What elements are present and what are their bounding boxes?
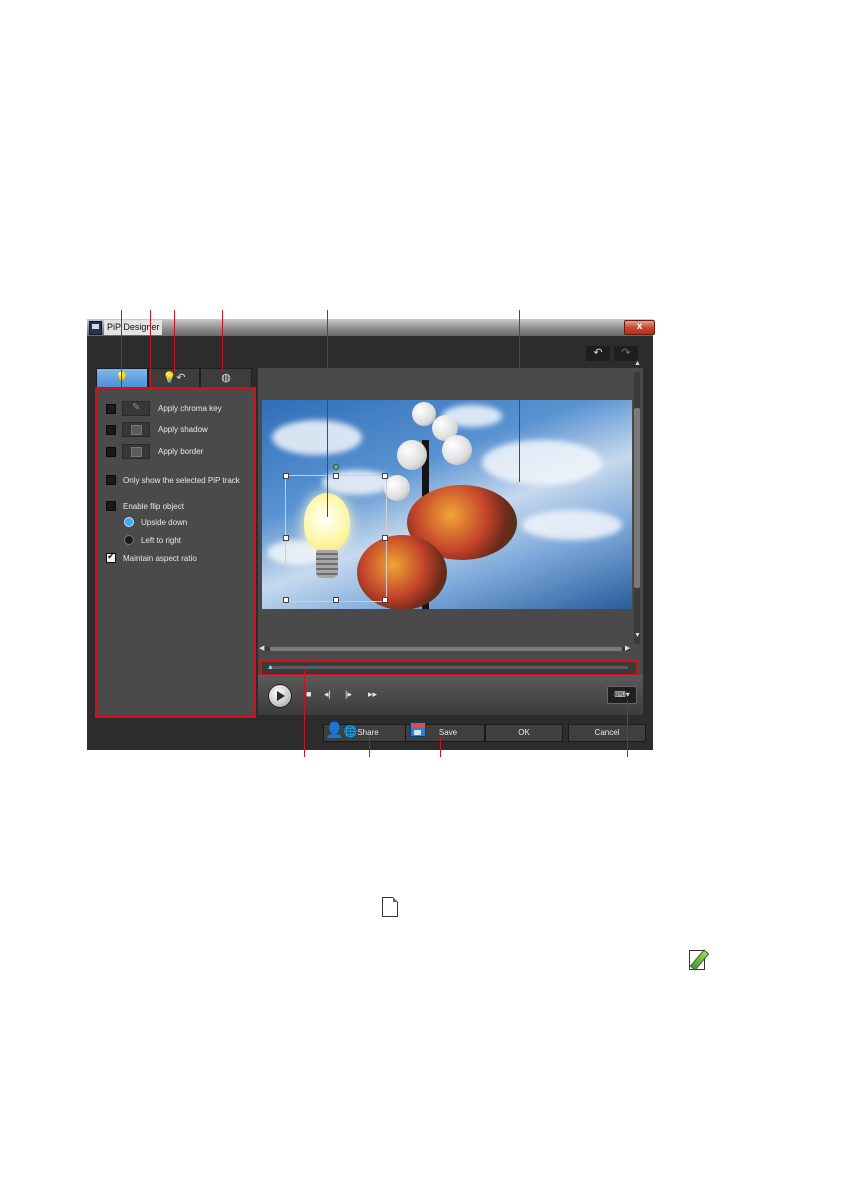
border-row[interactable]: Apply border	[106, 444, 203, 459]
callout-line	[369, 737, 370, 757]
left-right-row[interactable]: Left to right	[124, 535, 181, 545]
callout-line	[222, 310, 223, 372]
next-frame-button[interactable]: |▸	[345, 689, 352, 700]
shadow-checkbox[interactable]	[106, 424, 116, 435]
app-icon	[89, 321, 102, 335]
callout-line	[150, 310, 151, 390]
stop-button[interactable]: ■	[306, 689, 311, 699]
only-selected-label: Only show the selected PiP track	[123, 475, 240, 485]
callout-line	[304, 670, 305, 757]
mask-icon: ◍	[221, 372, 231, 384]
shadow-settings-button[interactable]	[122, 422, 150, 437]
callout-line	[327, 310, 328, 517]
playhead-icon[interactable]: ▲	[267, 664, 274, 671]
eyedropper-icon: ✎	[132, 402, 141, 413]
callout-line	[440, 737, 441, 757]
border-settings-button[interactable]	[122, 444, 150, 459]
scroll-left-arrow[interactable]: ◀	[259, 644, 264, 652]
vertical-scroll-thumb[interactable]	[634, 408, 640, 588]
share-icon: 👤🌐	[325, 722, 358, 739]
window-title: PiP Designer	[104, 320, 163, 335]
previous-frame-button[interactable]: ◂|	[324, 689, 331, 700]
callout-line	[121, 310, 122, 387]
only-selected-row[interactable]: Only show the selected PiP track	[106, 475, 240, 485]
aspect-label: Maintain aspect ratio	[123, 553, 197, 563]
flip-row[interactable]: Enable flip object	[106, 501, 184, 511]
upside-down-row[interactable]: Upside down	[124, 517, 187, 527]
chroma-key-checkbox[interactable]	[106, 403, 116, 414]
timeline-slider[interactable]: ▲	[260, 660, 638, 676]
preview-canvas[interactable]	[262, 400, 632, 609]
left-right-label: Left to right	[141, 535, 182, 545]
rotate-handle	[333, 464, 339, 470]
chroma-key-settings-button[interactable]: ✎	[122, 401, 150, 416]
scroll-up-arrow[interactable]: ▲	[634, 360, 641, 367]
close-button[interactable]: x	[624, 320, 655, 335]
cancel-button[interactable]: Cancel	[568, 724, 646, 742]
callout-line	[174, 310, 175, 372]
title-bar: PiP Designer x	[87, 319, 655, 336]
new-document-icon	[382, 897, 398, 917]
motion-path-icon: 💡↶	[162, 372, 186, 384]
horizontal-scroll-thumb[interactable]	[270, 647, 622, 651]
border-label: Apply border	[158, 447, 204, 456]
pip-designer-window: PiP Designer x 💡 💡↶ ◍ ✎ Apply chroma key…	[87, 319, 655, 750]
tab-properties[interactable]: 💡	[96, 368, 148, 389]
border-checkbox[interactable]	[106, 446, 116, 457]
properties-panel: ✎ Apply chroma key Apply shadow Apply bo…	[95, 387, 256, 718]
scroll-right-arrow[interactable]: ▶	[625, 644, 630, 652]
aspect-checkbox[interactable]	[106, 551, 116, 563]
undo-button[interactable]: ↶	[586, 346, 610, 361]
callout-line	[519, 310, 520, 482]
save-icon	[410, 722, 426, 737]
tab-mask[interactable]: ◍	[200, 368, 252, 389]
upside-down-radio[interactable]	[124, 517, 134, 527]
only-selected-checkbox[interactable]	[106, 475, 116, 485]
lightbulb-base	[316, 550, 338, 578]
redo-button[interactable]: ↷	[614, 346, 638, 361]
callout-line	[627, 700, 628, 757]
flip-label: Enable flip object	[123, 501, 184, 511]
upside-down-label: Upside down	[141, 517, 188, 527]
edit-document-icon	[689, 949, 710, 971]
chroma-key-row[interactable]: ✎ Apply chroma key	[106, 401, 222, 416]
left-right-radio[interactable]	[124, 535, 134, 545]
scroll-down-arrow[interactable]: ▼	[634, 632, 641, 639]
fast-forward-button[interactable]: ▸▸	[368, 689, 377, 700]
keyboard-shortcut-button[interactable]: ⌨▾	[607, 686, 637, 704]
shadow-label: Apply shadow	[158, 425, 208, 434]
aspect-row[interactable]: Maintain aspect ratio	[106, 551, 197, 563]
shadow-row[interactable]: Apply shadow	[106, 422, 208, 437]
playback-controls: ■ ◂| |▸ ▸▸ ⌨▾	[258, 675, 643, 715]
chroma-key-label: Apply chroma key	[158, 404, 222, 413]
ok-button[interactable]: OK	[485, 724, 563, 742]
flip-checkbox[interactable]	[106, 501, 116, 511]
play-button[interactable]	[268, 684, 292, 708]
